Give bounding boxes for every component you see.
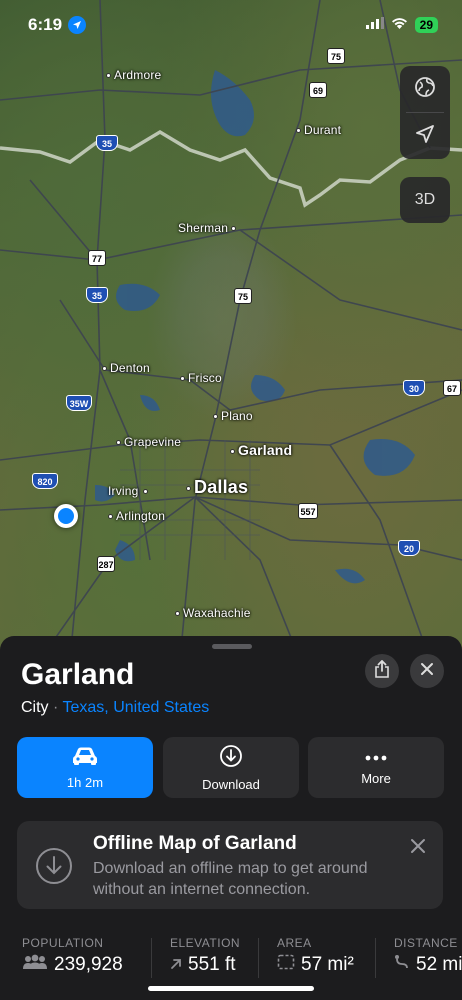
highway-shield: 20 (398, 540, 420, 556)
city-label-denton[interactable]: Denton (102, 361, 150, 375)
signal-icon (365, 16, 384, 34)
highway-shield: 35 (96, 135, 118, 151)
city-label-irving[interactable]: Irving (108, 484, 151, 498)
offline-card-description: Download an offline map to get around wi… (93, 860, 368, 898)
place-subtitle: City · Texas, United States (21, 699, 210, 716)
highway-shield: 77 (88, 250, 106, 266)
place-stats-row[interactable]: POPULATION 239,928 ELEVATION 551 ft AREA (0, 936, 462, 984)
wifi-icon (391, 16, 408, 34)
globe-icon (414, 76, 436, 103)
ellipsis-icon (364, 750, 388, 765)
highway-shield: 35W (66, 395, 92, 411)
share-icon (374, 659, 390, 683)
city-label-arlington[interactable]: Arlington (108, 509, 165, 523)
stat-value: 239,928 (54, 954, 123, 975)
distance-icon (394, 954, 410, 976)
location-arrow-icon (68, 16, 87, 34)
car-icon (71, 746, 99, 769)
user-location-dot[interactable] (54, 504, 78, 528)
download-circle-icon (34, 846, 74, 886)
highway-shield: 35 (86, 287, 108, 303)
city-label-ardmore[interactable]: Ardmore (106, 68, 161, 82)
city-label-plano[interactable]: Plano (213, 409, 253, 423)
map-roads-layer (0, 0, 462, 660)
sheet-grabber[interactable] (212, 644, 252, 649)
download-label: Download (202, 776, 260, 792)
city-label-sherman[interactable]: Sherman (178, 221, 239, 235)
highway-shield: 75 (234, 288, 252, 304)
stat-population: POPULATION 239,928 (22, 936, 123, 976)
status-bar: 6:19 29 (0, 0, 462, 50)
track-location-button[interactable] (400, 113, 450, 159)
map-mode-button[interactable] (400, 66, 450, 112)
highway-shield: 30 (403, 380, 425, 396)
more-button[interactable]: More (308, 737, 444, 798)
share-button[interactable] (365, 654, 399, 688)
download-icon (219, 744, 243, 771)
download-button[interactable]: Download (163, 737, 299, 798)
city-label-grapevine[interactable]: Grapevine (116, 435, 181, 449)
directions-drive-button[interactable]: 1h 2m (17, 737, 153, 798)
close-button[interactable] (410, 654, 444, 688)
more-label: More (361, 770, 391, 786)
highway-shield: 69 (309, 82, 327, 98)
close-icon[interactable] (409, 837, 427, 855)
people-icon (22, 954, 48, 976)
stat-distance: DISTANCE 52 mi (394, 936, 462, 976)
highway-shield: 820 (32, 473, 58, 489)
place-region-link[interactable]: Texas, United States (63, 699, 210, 716)
stat-area: AREA 57 mi² (277, 936, 354, 976)
city-label-dallas[interactable]: Dallas (186, 477, 248, 498)
location-arrow-icon (415, 124, 435, 149)
highway-shield: 75 (327, 48, 345, 64)
3d-toggle-button[interactable]: 3D (400, 177, 450, 223)
battery-indicator: 29 (414, 17, 438, 33)
city-label-frisco[interactable]: Frisco (180, 371, 222, 385)
stat-value: 52 mi (416, 954, 462, 975)
place-type: City (21, 699, 49, 716)
highway-shield: 287 (97, 556, 115, 572)
home-indicator[interactable] (148, 986, 314, 991)
city-label-waxahachie[interactable]: Waxahachie (175, 606, 251, 620)
drive-time-label: 1h 2m (66, 774, 104, 790)
area-icon (277, 954, 295, 976)
offline-card-title: Offline Map of Garland (93, 833, 297, 854)
stat-label: AREA (277, 936, 312, 950)
highway-shield: 557 (298, 503, 318, 519)
map-controls (400, 66, 450, 159)
stat-value: 551 ft (188, 954, 236, 975)
highway-shield: 67 (443, 380, 461, 396)
place-card-sheet: Garland City · Texas, United States 1h 2… (0, 636, 462, 1000)
stat-elevation: ELEVATION 551 ft (170, 936, 240, 976)
stat-value: 57 mi² (301, 954, 354, 975)
city-label-garland[interactable]: Garland (230, 442, 292, 458)
offline-map-card[interactable]: Offline Map of Garland Download an offli… (17, 821, 443, 909)
stat-label: POPULATION (22, 936, 104, 950)
elevation-arrow-icon (170, 954, 182, 976)
stat-label: ELEVATION (170, 936, 241, 950)
map-view[interactable]: Ardmore Durant Sherman Denton Frisco Pla… (0, 0, 462, 660)
stat-label: DISTANCE (394, 936, 458, 950)
status-time: 6:19 (28, 15, 87, 35)
city-label-durant[interactable]: Durant (296, 123, 341, 137)
close-icon (420, 662, 434, 681)
place-title: Garland (21, 658, 135, 691)
